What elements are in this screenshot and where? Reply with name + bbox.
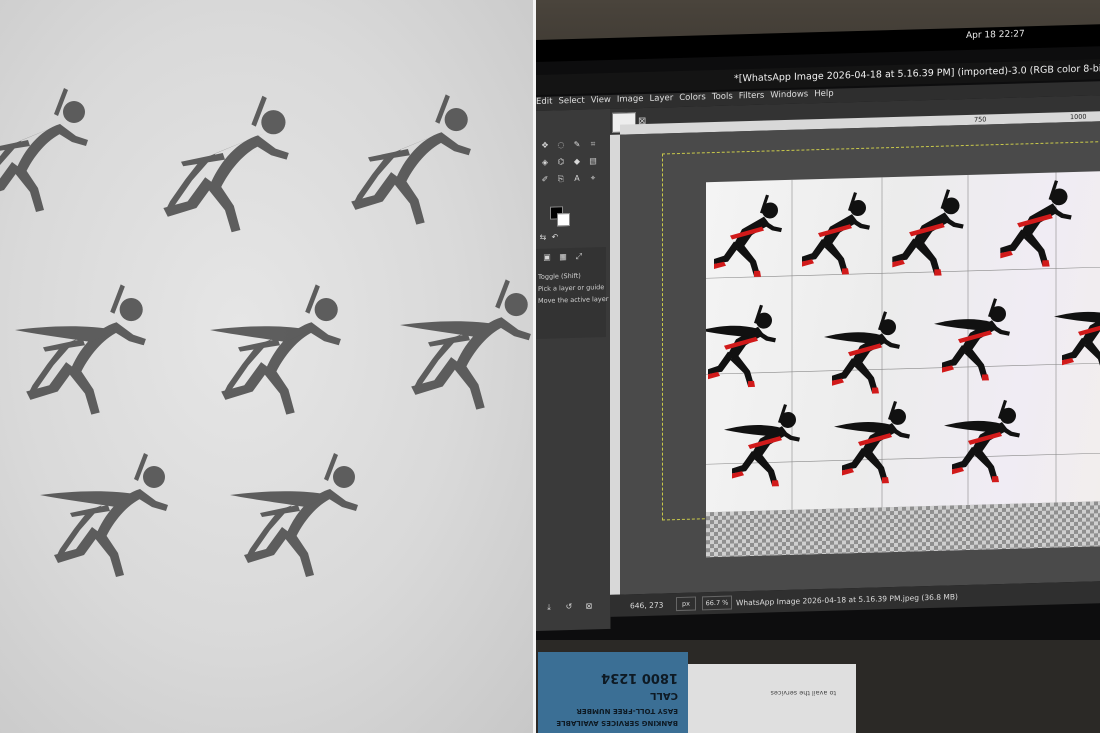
ruler-tick-750: 750 xyxy=(974,115,987,124)
file-info: WhatsApp Image 2026-04-18 at 5.16.39 PM.… xyxy=(736,592,958,608)
bank-leaflet: BANKING SERVICES AVAILABLE EASY TOLL-FRE… xyxy=(538,652,688,733)
leaflet-line-1: 1800 1234 xyxy=(601,670,678,685)
vertical-ruler[interactable] xyxy=(610,134,620,595)
monitor-screen: Apr 18 22:27 *[WhatsApp Image 2026-04-18… xyxy=(536,0,1100,660)
paintbrush-icon[interactable]: ✐ xyxy=(540,175,550,185)
crop-tool-icon[interactable]: ⌗ xyxy=(588,139,598,149)
paper-sketch-photo xyxy=(0,0,533,733)
zoom-select[interactable]: 66.7 % xyxy=(702,595,732,611)
pencil-sketch-drawing xyxy=(0,88,531,577)
unit-select[interactable]: px xyxy=(676,596,696,612)
paper-card: to avail the services xyxy=(688,664,856,733)
save-options-icon[interactable]: ⤓ xyxy=(544,602,554,612)
canvas-area[interactable] xyxy=(620,120,1100,595)
delete-options-icon[interactable]: ⊠ xyxy=(584,601,594,611)
tool-options-panel: ▣ ▦ ⤢ Toggle (Shift) Pick a layer or gui… xyxy=(536,247,608,339)
restore-options-icon[interactable]: ↺ xyxy=(564,602,574,612)
path-mode-icon[interactable]: ⤢ xyxy=(574,252,584,262)
card-text: to avail the services xyxy=(770,689,837,697)
clock[interactable]: Apr 18 22:27 xyxy=(966,29,1025,41)
text-tool-icon[interactable]: A xyxy=(572,174,582,184)
transform-tool-icon[interactable]: ◈ xyxy=(540,158,550,168)
menu-select[interactable]: Select xyxy=(558,96,584,111)
menu-edit[interactable]: Edit xyxy=(536,97,552,111)
toolbox: ✥ ◌ ✎ ⌗ ◈ ⌬ ◆ ▤ ✐ ⎘ A ⌖ ⇆ ↶ ▣ ▦ ⤢ Toggle… xyxy=(536,108,611,632)
eyedropper-icon[interactable]: ⌖ xyxy=(588,173,598,183)
sprite-sheet-image[interactable] xyxy=(706,169,1100,558)
move-tool-icon[interactable]: ✥ xyxy=(540,141,550,151)
pointer-coordinates: 646, 273 xyxy=(630,600,664,611)
toggle-label: Toggle (Shift) xyxy=(538,271,581,281)
swap-colors-icon[interactable]: ⇆ xyxy=(538,233,548,243)
leaflet-line-3: EASY TOLL-FREE NUMBER xyxy=(576,707,679,715)
leaflet-line-4: BANKING SERVICES AVAILABLE xyxy=(556,719,678,727)
pick-layer-option[interactable]: Pick a layer or guide xyxy=(538,283,604,293)
menu-layer[interactable]: Layer xyxy=(650,93,674,108)
clone-tool-icon[interactable]: ⎘ xyxy=(556,174,566,184)
menu-view[interactable]: View xyxy=(591,95,611,110)
menu-filters[interactable]: Filters xyxy=(739,91,764,106)
bucket-tool-icon[interactable]: ◆ xyxy=(572,157,582,167)
menu-windows[interactable]: Windows xyxy=(770,89,808,104)
channel-mode-icon[interactable]: ▦ xyxy=(558,252,568,262)
leaflet-line-2: CALL xyxy=(650,690,678,701)
ruler-tick-1000: 1000 xyxy=(1070,112,1087,122)
warp-tool-icon[interactable]: ⌬ xyxy=(556,157,566,167)
background-color-swatch[interactable] xyxy=(557,213,570,227)
monitor-photo: Apr 18 22:27 *[WhatsApp Image 2026-04-18… xyxy=(536,0,1100,733)
menu-image[interactable]: Image xyxy=(617,94,644,109)
layer-mode-icon[interactable]: ▣ xyxy=(542,253,552,263)
menu-colors[interactable]: Colors xyxy=(679,92,706,107)
ninja-sprite-sheet xyxy=(706,172,1100,510)
default-colors-icon[interactable]: ↶ xyxy=(550,232,560,242)
gradient-tool-icon[interactable]: ▤ xyxy=(588,156,598,166)
menu-tools[interactable]: Tools xyxy=(712,92,733,107)
lasso-tool-icon[interactable]: ◌ xyxy=(556,140,566,150)
menu-help[interactable]: Help xyxy=(814,89,833,104)
move-layer-option[interactable]: Move the active layer xyxy=(538,295,608,305)
fuzzy-select-icon[interactable]: ✎ xyxy=(572,140,582,150)
